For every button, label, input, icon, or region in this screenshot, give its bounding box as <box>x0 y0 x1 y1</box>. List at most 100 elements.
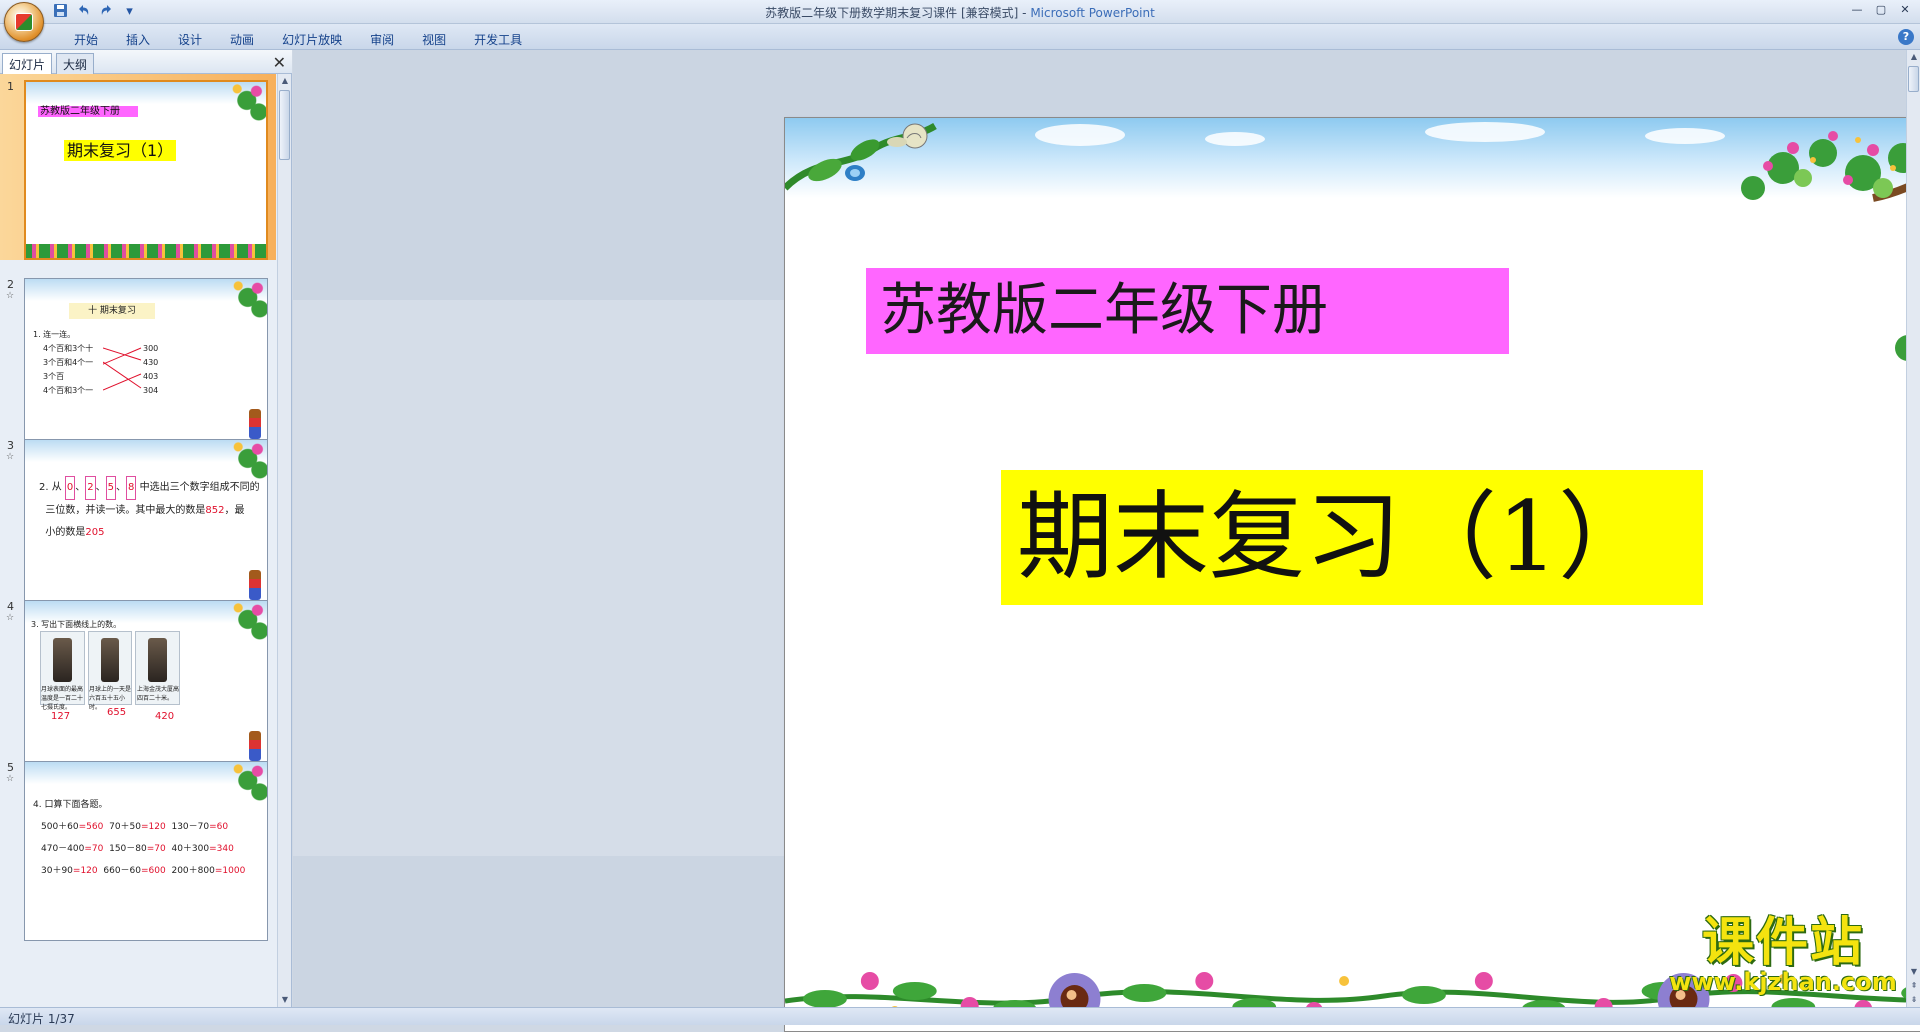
thumb-value: 403 <box>143 372 159 381</box>
tab-slide-show[interactable]: 幻灯片放映 <box>268 29 356 50</box>
office-button[interactable] <box>4 2 44 42</box>
calc-expr: 130－70 <box>171 822 210 832</box>
thumbnail-canvas: 2. 从 0、 2、 5、 8 中选出三个数字组成不同的 三位数，并读一读。其中最大的… <box>24 439 268 619</box>
tree-bird-decoration <box>1741 131 1920 361</box>
scrollbar-thumb[interactable] <box>1908 66 1919 92</box>
slide-thumbnail-2[interactable]: 2 ☆ 十 期末复习 1. 连一连。 4个百和3个十 3个百和4个一 3个百 4… <box>0 272 276 458</box>
cloud <box>1205 132 1265 146</box>
calc-expr: 660－60 <box>103 866 142 876</box>
calc-expr: 40＋300 <box>171 844 210 854</box>
pane-close-icon[interactable]: ✕ <box>273 53 286 72</box>
window-title: 苏教版二年级下册数学期末复习课件 [兼容模式] - Microsoft Powe… <box>0 4 1920 21</box>
thumb-flower-border <box>26 244 266 258</box>
minimize-button[interactable]: — <box>1846 2 1868 18</box>
close-button[interactable]: ✕ <box>1894 2 1916 18</box>
calc-answer: =120 <box>141 822 166 832</box>
thumbnail-canvas: 4. 口算下面各题。 500＋60=560 70＋50=120 130－70=6… <box>24 761 268 941</box>
thumb-value: 430 <box>143 358 159 367</box>
tab-review[interactable]: 审阅 <box>356 29 408 50</box>
thumb-calc-row: 500＋60=560 70＋50=120 130－70=60 <box>41 818 228 836</box>
maximize-button[interactable]: ▢ <box>1870 2 1892 18</box>
watermark-text: 课件站 <box>1701 913 1864 973</box>
current-slide[interactable]: 苏教版二年级下册 期末复习（1） <box>784 117 1920 1032</box>
vine-snail-decoration <box>785 122 937 191</box>
watermark-url: www.kjzhan.com <box>1669 968 1897 996</box>
calc-answer: =70 <box>84 844 104 854</box>
thumb-flowers-corner <box>218 82 266 128</box>
tab-developer[interactable]: 开发工具 <box>460 29 536 50</box>
thumb-text-part: 三位数，并读一读。其中最大的数是 <box>45 505 206 516</box>
next-slide-icon[interactable]: ⇟ <box>1907 993 1920 1007</box>
slide-thumbnail-4[interactable]: 4 ☆ 3. 写出下面横线上的数。 月球表面的最高温度是一百二十七摄氏度。 月球… <box>0 594 276 780</box>
animation-star-icon: ☆ <box>6 452 15 462</box>
digit-box: 5 <box>105 476 117 500</box>
thumbnail-canvas: 苏教版二年级下册 期末复习（1） <box>24 80 268 260</box>
thumb-line: 4个百和3个十 <box>43 344 94 353</box>
thumb-line: 3个百和4个一 <box>43 358 94 367</box>
help-icon[interactable]: ? <box>1898 29 1914 45</box>
scroll-up-icon[interactable]: ▲ <box>278 74 292 88</box>
tab-view[interactable]: 视图 <box>408 29 460 50</box>
slide-title-textbox[interactable]: 期末复习（1） <box>1001 470 1703 605</box>
thumb-line: 3个百 <box>43 372 65 381</box>
calc-expr: 200＋800 <box>171 866 215 876</box>
slide-counter: 幻灯片 1/37 <box>8 1012 75 1026</box>
calc-answer: =60 <box>209 822 229 832</box>
calc-expr: 30＋90 <box>41 866 73 876</box>
calc-answer: =1000 <box>214 866 246 876</box>
thumbnail-scrollbar[interactable]: ▲ ▼ <box>277 74 291 1007</box>
thumb-flowers-corner <box>219 279 267 325</box>
thumb-text-part: 2. 从 <box>39 482 62 493</box>
slide-number: 2 <box>7 278 14 291</box>
thumb-heading: 3. 写出下面横线上的数。 <box>31 620 122 629</box>
scroll-down-icon[interactable]: ▼ <box>1907 965 1920 979</box>
status-bar: 幻灯片 1/37 <box>0 1007 1920 1026</box>
thumbnail-canvas: 十 期末复习 1. 连一连。 4个百和3个十 3个百和4个一 3个百 4个百和3… <box>24 278 268 458</box>
tab-animations[interactable]: 动画 <box>216 29 268 50</box>
digit-box: 0 <box>64 476 76 500</box>
scroll-down-icon[interactable]: ▼ <box>278 993 292 1007</box>
thumb-calc-row: 470－400=70 150－80=70 40＋300=340 <box>41 840 234 858</box>
animation-star-icon: ☆ <box>6 774 15 784</box>
previous-slide-icon[interactable]: ⇞ <box>1907 979 1920 993</box>
calc-expr: 500＋60 <box>41 822 79 832</box>
calc-answer: =120 <box>72 866 98 876</box>
ribbon: 开始 插入 设计 动画 幻灯片放映 审阅 视图 开发工具 ? <box>0 24 1920 50</box>
app-name: Microsoft PowerPoint <box>1030 6 1155 20</box>
slide-thumbnails: 1 苏教版二年级下册 期末复习（1） 2 ☆ 十 期末复习 1. 连一连。 4个… <box>0 74 276 1007</box>
slide-editing-area: 苏教版二年级下册 期末复习（1） <box>293 50 1920 1032</box>
thumb-heading: 4. 口算下面各题。 <box>33 800 108 810</box>
tab-slides[interactable]: 幻灯片 <box>2 53 53 74</box>
scrollbar-thumb[interactable] <box>279 90 290 160</box>
thumb-flowers-corner <box>219 762 267 808</box>
digit-box: 8 <box>126 476 137 500</box>
thumb-caption: 月球表面的最高温度是一百二十七摄氏度。 <box>41 686 84 711</box>
tab-home[interactable]: 开始 <box>60 29 112 50</box>
thumb-answer: 655 <box>107 707 127 718</box>
tab-design[interactable]: 设计 <box>164 29 216 50</box>
thumb-text-part: 小的数是 <box>45 527 86 538</box>
slide-thumbnail-1[interactable]: 1 苏教版二年级下册 期末复习（1） <box>0 74 276 260</box>
calc-answer: =70 <box>146 844 166 854</box>
tab-outline[interactable]: 大纲 <box>56 53 95 74</box>
thumb-answer: 127 <box>51 711 71 722</box>
slide-thumbnail-5[interactable]: 5 ☆ 4. 口算下面各题。 500＋60=560 70＋50=120 130－… <box>0 755 276 941</box>
slide-scrollbar[interactable]: ▲ ▼ ⇞ ⇟ <box>1906 50 1920 1007</box>
slide-thumbnail-3[interactable]: 3 ☆ 2. 从 0、 2、 5、 8 中选出三个数字组成不同的 三位数，并读一读。其… <box>0 433 276 619</box>
calc-expr: 150－80 <box>109 844 147 854</box>
scroll-up-icon[interactable]: ▲ <box>1907 50 1920 64</box>
thumb-line: 1. 连一连。 <box>33 330 76 339</box>
thumb-flowers-corner <box>219 601 267 647</box>
ribbon-tabs: 开始 插入 设计 动画 幻灯片放映 审阅 视图 开发工具 <box>60 29 536 50</box>
thumb-calc-row: 30＋90=120 660－60=600 200＋800=1000 <box>41 862 245 880</box>
cloud <box>1035 124 1125 146</box>
title-bar: ▾ 苏教版二年级下册数学期末复习课件 [兼容模式] - Microsoft Po… <box>0 0 1920 42</box>
slide-label-textbox[interactable]: 苏教版二年级下册 <box>866 268 1509 354</box>
tab-insert[interactable]: 插入 <box>112 29 164 50</box>
thumb-line: 4个百和3个一 <box>43 386 94 395</box>
cloud <box>1425 122 1545 142</box>
calc-answer: =600 <box>141 866 166 876</box>
document-title: 苏教版二年级下册数学期末复习课件 [兼容模式] - <box>765 6 1031 20</box>
thumb-value: 300 <box>143 344 159 353</box>
thumb-text-part: 中选出三个数字组成不同的 <box>139 482 260 493</box>
